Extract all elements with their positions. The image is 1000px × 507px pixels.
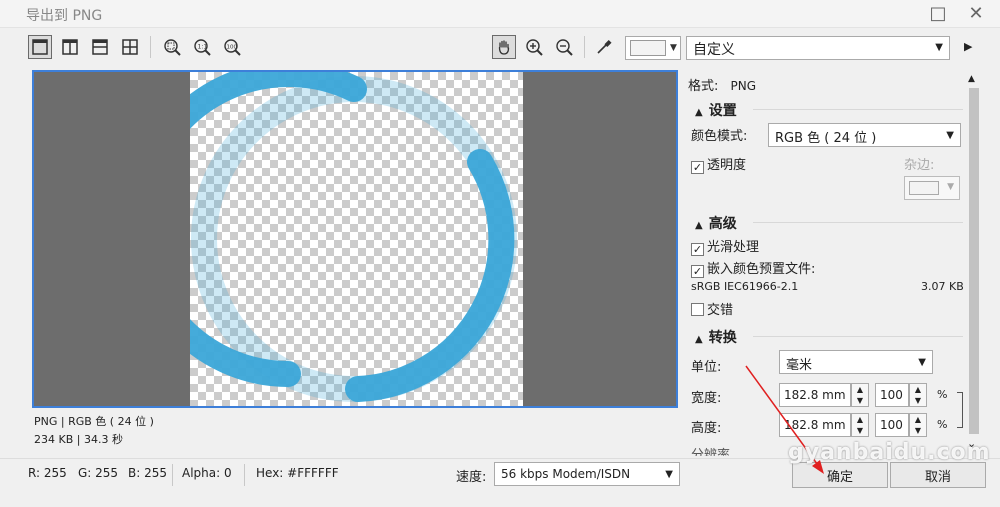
status-g: G: 255 <box>78 466 119 480</box>
transparency-checkbox[interactable]: ✓ 透明度 <box>691 154 746 174</box>
speed-dropdown[interactable]: 56 kbps Modem/ISDN ▼ <box>494 462 680 486</box>
height-stepper[interactable]: ▲ ▼ <box>851 413 869 437</box>
chevron-down-icon: ▼ <box>665 469 673 480</box>
zoom-100-icon[interactable]: 100 <box>220 35 244 59</box>
preset-dropdown[interactable]: 自定义 ▼ <box>686 36 950 60</box>
section-divider <box>753 222 963 223</box>
matte-color-dropdown[interactable]: ▼ <box>904 176 960 200</box>
width-stepper[interactable]: ▲ ▼ <box>851 383 869 407</box>
height-percent-input[interactable]: 100 <box>875 413 909 437</box>
ring-image <box>190 72 517 402</box>
split-horizontal-view-icon[interactable] <box>88 35 112 59</box>
profile-name: sRGB IEC61966-2.1 <box>691 280 799 293</box>
chevron-down-icon: ▼ <box>947 182 954 192</box>
height-percent-stepper[interactable]: ▲ ▼ <box>909 413 927 437</box>
split-vertical-view-icon[interactable] <box>58 35 82 59</box>
svg-text:1:1: 1:1 <box>198 44 208 51</box>
checkbox-checked-icon: ✓ <box>691 161 704 174</box>
interlace-label: 交错 <box>707 303 734 318</box>
section-divider <box>753 336 963 337</box>
preview-format-info: PNG | RGB 色 ( 24 位 ) <box>34 415 154 428</box>
status-separator <box>244 464 245 486</box>
chevron-down-icon: ▼ <box>670 43 677 53</box>
link-bracket <box>957 392 963 428</box>
advanced-title: 高级 <box>708 216 737 232</box>
zoom-fit-icon[interactable] <box>160 35 184 59</box>
profile-size: 3.07 KB <box>921 280 964 293</box>
eyedropper-icon[interactable] <box>592 35 616 59</box>
chevron-down-icon: ▼ <box>946 130 954 141</box>
advanced-section-header[interactable]: ▲ 高级 <box>695 213 737 233</box>
toolbar-separator <box>150 36 151 58</box>
scroll-up-icon[interactable]: ▲ <box>968 74 975 84</box>
toolbar-separator <box>584 36 585 58</box>
transform-title: 转换 <box>708 330 737 346</box>
unit-label: 单位: <box>691 360 722 375</box>
maximize-icon[interactable]: □ <box>926 2 950 24</box>
transparency-label: 透明度 <box>707 158 747 173</box>
window-title: 导出到 PNG <box>26 8 103 24</box>
zoom-1to1-icon[interactable]: 1:1 <box>190 35 214 59</box>
collapse-icon: ▲ <box>695 220 703 231</box>
color-mode-dropdown[interactable]: RGB 色 ( 24 位 ) ▼ <box>768 123 961 147</box>
preset-value: 自定义 <box>693 42 735 58</box>
speed-label: 速度: <box>456 470 487 485</box>
percent-sign: % <box>937 388 948 401</box>
hand-pan-icon[interactable] <box>492 35 516 59</box>
cancel-button[interactable]: 取消 <box>890 462 986 488</box>
antialias-checkbox[interactable]: ✓ 光滑处理 <box>691 236 759 256</box>
checkbox-checked-icon: ✓ <box>691 243 704 256</box>
percent-sign: % <box>937 418 948 431</box>
more-options-icon[interactable]: ▶ <box>964 40 972 53</box>
speed-value: 56 kbps Modem/ISDN <box>501 467 631 481</box>
settings-title: 设置 <box>708 103 737 119</box>
checkbox-unchecked-icon <box>691 303 704 316</box>
color-mode-label: 颜色模式: <box>691 129 748 144</box>
matte-label: 杂边: <box>904 158 935 173</box>
interlace-checkbox[interactable]: 交错 <box>691 299 733 318</box>
watermark: gyanbaidu.com <box>788 440 991 465</box>
matte-swatch <box>909 181 939 195</box>
status-separator <box>172 464 173 486</box>
resolution-label: 分辨率 <box>691 448 731 456</box>
quad-view-icon[interactable] <box>118 35 142 59</box>
width-percent-stepper[interactable]: ▲ ▼ <box>909 383 927 407</box>
zoom-in-icon[interactable] <box>522 35 546 59</box>
collapse-icon: ▲ <box>695 107 703 118</box>
format-value: PNG <box>730 79 757 93</box>
svg-text:100: 100 <box>227 45 238 51</box>
transform-section-header[interactable]: ▲ 转换 <box>695 327 737 347</box>
chevron-down-icon: ▼ <box>918 357 926 368</box>
color-mode-value: RGB 色 ( 24 位 ) <box>775 131 877 146</box>
color-swatch <box>630 40 666 56</box>
close-icon[interactable]: ✕ <box>964 2 988 24</box>
antialias-label: 光滑处理 <box>707 240 760 255</box>
zoom-out-icon[interactable] <box>552 35 576 59</box>
height-label: 高度: <box>691 421 722 436</box>
title-bar <box>0 0 1000 28</box>
settings-section-header[interactable]: ▲ 设置 <box>695 100 737 120</box>
width-label: 宽度: <box>691 391 722 406</box>
chevron-down-icon: ▼ <box>935 42 943 53</box>
status-b: B: 255 <box>128 466 167 480</box>
preview-size-info: 234 KB | 34.3 秒 <box>34 433 123 446</box>
checkbox-checked-icon: ✓ <box>691 265 704 278</box>
section-divider <box>753 109 963 110</box>
scrollbar-thumb[interactable] <box>969 88 979 434</box>
status-alpha: Alpha: 0 <box>182 466 232 480</box>
status-hex: Hex: #FFFFFF <box>256 466 339 480</box>
preview-pane[interactable] <box>32 70 678 408</box>
embed-profile-label: 嵌入颜色预置文件: <box>707 262 816 277</box>
single-view-icon[interactable] <box>28 35 52 59</box>
collapse-icon: ▲ <box>695 334 703 345</box>
format-label: 格式: <box>688 79 719 94</box>
matte-color-picker[interactable]: ▼ <box>625 36 681 60</box>
embed-profile-checkbox[interactable]: ✓ 嵌入颜色预置文件: <box>691 258 815 278</box>
status-r: R: 255 <box>28 466 67 480</box>
width-percent-input[interactable]: 100 <box>875 383 909 407</box>
format-row: 格式: PNG <box>688 75 756 94</box>
